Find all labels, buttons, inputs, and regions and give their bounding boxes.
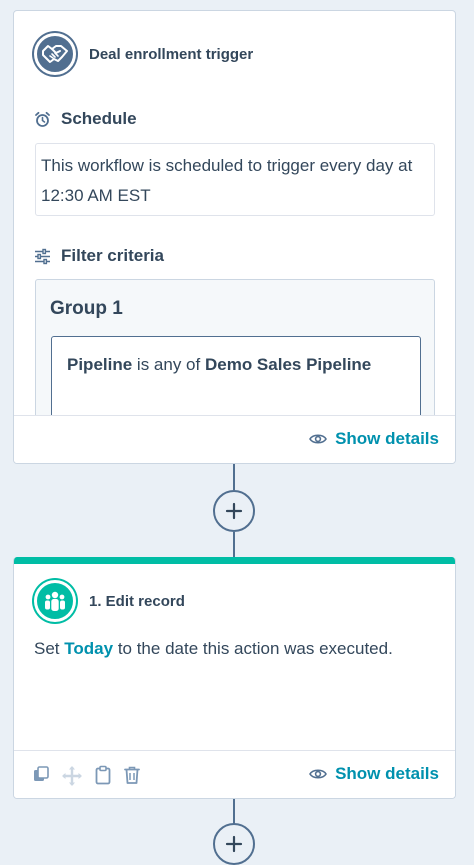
- criterion-property: Pipeline: [67, 355, 133, 374]
- workflow-connector: [233, 532, 235, 557]
- edit-record-action-card[interactable]: 1. Edit record Set Today to the date thi…: [13, 557, 456, 799]
- criterion-operator: is any of: [136, 355, 201, 374]
- group-title: Group 1: [50, 298, 123, 319]
- trigger-header: Deal enrollment trigger: [34, 33, 253, 75]
- action-desc-suffix: to the date this action was executed.: [117, 639, 393, 658]
- plus-icon: [225, 835, 243, 853]
- workflow-connector: [233, 464, 235, 490]
- action-show-details-button[interactable]: Show details: [309, 764, 439, 784]
- copy-icon[interactable]: [32, 765, 50, 787]
- plus-icon: [225, 502, 243, 520]
- action-title: 1. Edit record: [89, 592, 185, 610]
- workflow-connector: [233, 799, 235, 825]
- action-toolbar: [32, 765, 141, 787]
- filter-sliders-icon: [35, 248, 50, 264]
- action-footer: Show details: [14, 750, 455, 798]
- alarm-clock-icon: [35, 111, 50, 127]
- criterion-value: Demo Sales Pipeline: [204, 355, 372, 374]
- enrollment-trigger-card[interactable]: Deal enrollment trigger Schedule This wo…: [13, 10, 456, 464]
- trigger-show-details-button[interactable]: Show details: [309, 429, 439, 449]
- add-action-button[interactable]: [213, 490, 255, 532]
- people-icon: [34, 580, 76, 622]
- show-details-label: Show details: [335, 429, 439, 448]
- eye-icon: [309, 769, 328, 779]
- action-desc-prefix: Set: [34, 639, 60, 658]
- handshake-icon: [34, 33, 76, 75]
- schedule-description: This workflow is scheduled to trigger ev…: [35, 143, 435, 216]
- show-details-label: Show details: [335, 764, 439, 783]
- schedule-section-label: Schedule: [34, 109, 137, 129]
- filter-section-label: Filter criteria: [34, 246, 164, 266]
- trigger-title: Deal enrollment trigger: [89, 45, 254, 63]
- action-header: 1. Edit record: [34, 580, 185, 622]
- trigger-footer: Show details: [14, 415, 455, 463]
- add-action-button[interactable]: [213, 823, 255, 865]
- clipboard-icon[interactable]: [94, 765, 112, 787]
- eye-icon: [309, 434, 328, 444]
- move-icon[interactable]: [61, 765, 83, 787]
- today-property-link[interactable]: Today: [64, 639, 113, 658]
- action-description: Set Today to the date this action was ex…: [34, 639, 393, 659]
- trash-icon[interactable]: [123, 765, 141, 787]
- schedule-label: Schedule: [61, 109, 137, 128]
- filter-criteria-label: Filter criteria: [61, 246, 164, 265]
- action-accent-bar: [14, 557, 455, 564]
